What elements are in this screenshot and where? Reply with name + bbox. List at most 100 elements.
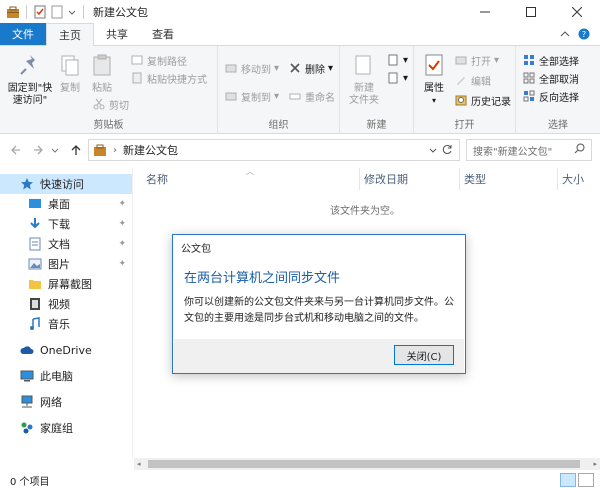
- nav-item-onedrive[interactable]: OneDrive: [0, 340, 132, 360]
- chevron-down-icon: [51, 148, 59, 153]
- homegroup-icon: [20, 421, 34, 435]
- video-icon: [28, 297, 42, 311]
- scroll-right-icon[interactable]: ▸: [593, 460, 597, 468]
- dropdown-arrow-icon: ▾: [403, 72, 409, 84]
- select-none-icon: [522, 71, 536, 85]
- breadcrumb-current[interactable]: 新建公文包: [123, 142, 178, 158]
- column-header-type[interactable]: 类型: [460, 168, 558, 190]
- tab-file[interactable]: 文件: [0, 23, 46, 45]
- new-folder-quick-icon[interactable]: [50, 5, 64, 19]
- download-icon: [28, 217, 42, 231]
- folder-icon: [28, 277, 42, 291]
- nav-item-quick-access[interactable]: 快速访问: [0, 174, 132, 194]
- desktop-icon: [28, 197, 42, 211]
- briefcase-icon: [93, 143, 107, 157]
- tab-home[interactable]: 主页: [46, 23, 94, 46]
- forward-button[interactable]: [30, 142, 46, 158]
- dialog-footer: 关闭(C): [174, 339, 464, 373]
- chevron-up-icon[interactable]: [560, 29, 570, 39]
- tab-share[interactable]: 共享: [94, 23, 140, 45]
- briefcase-dialog: 公文包 在两台计算机之间同步文件 你可以创建新的公文包文件夹来与另一台计算机同步…: [172, 234, 466, 374]
- nav-item-this-pc[interactable]: 此电脑: [0, 366, 132, 386]
- select-none-button[interactable]: 全部取消: [522, 70, 579, 86]
- open-button[interactable]: 打开 ▾: [454, 52, 499, 68]
- invert-selection-icon: [522, 89, 536, 103]
- star-icon: [20, 177, 34, 191]
- address-dropdown-icon[interactable]: [429, 144, 437, 157]
- search-input[interactable]: 搜索"新建公文包": [466, 139, 592, 161]
- back-button[interactable]: [8, 142, 24, 158]
- easy-access-button[interactable]: ▾: [386, 70, 408, 86]
- edit-button[interactable]: 编辑: [454, 72, 491, 88]
- tab-view[interactable]: 查看: [140, 23, 186, 45]
- title-bar: 新建公文包: [0, 0, 600, 24]
- minimize-button[interactable]: [462, 0, 508, 24]
- recent-locations-button[interactable]: [50, 142, 60, 158]
- rename-icon: [288, 89, 302, 103]
- open-icon: [454, 53, 468, 67]
- column-header-name[interactable]: 名称 ︿: [142, 167, 360, 190]
- ribbon-tabs: 文件 主页 共享 查看 ?: [0, 23, 600, 46]
- network-icon: [20, 395, 34, 409]
- open-group-label: 打开: [454, 120, 475, 131]
- rename-button[interactable]: 重命名: [288, 88, 335, 104]
- select-all-icon: [522, 53, 536, 67]
- close-dialog-button[interactable]: 关闭(C): [394, 345, 454, 365]
- scroll-left-icon[interactable]: ◂: [137, 460, 141, 468]
- refresh-icon[interactable]: [441, 143, 453, 158]
- address-input[interactable]: › 新建公文包: [88, 139, 460, 161]
- document-icon: [28, 237, 42, 251]
- invert-selection-button[interactable]: 反向选择: [522, 88, 579, 104]
- help-icon[interactable]: ?: [578, 28, 590, 40]
- scrollbar-thumb[interactable]: [148, 460, 580, 468]
- copy-to-button[interactable]: 复制到 ▾: [224, 88, 279, 104]
- open-group: 属性 ▾ 打开 ▾ 编辑 历史记录 打开: [414, 46, 516, 134]
- search-icon: [574, 143, 585, 157]
- move-to-button[interactable]: 移动到 ▾: [224, 60, 279, 76]
- breadcrumb-separator-icon: ›: [113, 144, 117, 156]
- nav-item-downloads[interactable]: 下载 ✦: [0, 214, 132, 234]
- nav-item-desktop[interactable]: 桌面 ✦: [0, 194, 132, 214]
- horizontal-scrollbar[interactable]: ◂ ▸: [134, 458, 600, 470]
- up-button[interactable]: [68, 142, 84, 158]
- column-header-size[interactable]: 大小: [558, 168, 600, 190]
- pane-splitter[interactable]: [132, 168, 133, 458]
- move-to-icon: [224, 61, 238, 75]
- copy-path-icon: [130, 53, 144, 67]
- large-icons-view-icon[interactable]: [578, 473, 594, 487]
- pin-icon: ✦: [118, 259, 126, 269]
- pin-to-quick-access-button[interactable]: 固定到"快 速访问": [4, 50, 56, 107]
- dropdown-arrow-icon: ▾: [403, 54, 409, 66]
- paste-shortcut-button[interactable]: 粘贴快捷方式: [130, 70, 207, 86]
- copy-button[interactable]: 复制: [56, 50, 84, 95]
- delete-button[interactable]: 删除 ▾: [288, 60, 333, 76]
- new-item-button[interactable]: ▾: [386, 52, 408, 68]
- customize-quick-access-icon[interactable]: [67, 5, 77, 19]
- history-button[interactable]: 历史记录: [454, 92, 511, 108]
- forward-arrow-icon: [34, 145, 43, 155]
- scissors-icon: [92, 97, 106, 111]
- properties-quick-icon[interactable]: [33, 5, 47, 19]
- cut-button[interactable]: 剪切: [92, 96, 129, 112]
- maximize-button[interactable]: [508, 0, 554, 24]
- nav-item-pictures[interactable]: 图片 ✦: [0, 254, 132, 274]
- pin-icon: ✦: [118, 239, 126, 249]
- select-all-button[interactable]: 全部选择: [522, 52, 579, 68]
- close-button[interactable]: [554, 0, 600, 24]
- nav-item-videos[interactable]: 视频: [0, 294, 132, 314]
- nav-item-homegroup[interactable]: 家庭组: [0, 418, 132, 438]
- window-title: 新建公文包: [93, 6, 148, 19]
- nav-item-network[interactable]: 网络: [0, 392, 132, 412]
- paste-shortcut-icon: [130, 71, 144, 85]
- nav-item-music[interactable]: 音乐: [0, 314, 132, 334]
- picture-icon: [28, 257, 42, 271]
- paste-button[interactable]: 粘贴: [88, 50, 116, 95]
- column-header-date[interactable]: 修改日期: [360, 168, 460, 190]
- copy-path-button[interactable]: 复制路径: [130, 52, 187, 68]
- new-folder-button[interactable]: 新建 文件夹: [346, 50, 382, 107]
- properties-button[interactable]: 属性 ▾: [418, 50, 450, 107]
- details-view-icon[interactable]: [560, 473, 576, 487]
- nav-item-documents[interactable]: 文档 ✦: [0, 234, 132, 254]
- status-bar: 0 个项目: [0, 470, 600, 490]
- nav-item-screenshots[interactable]: 屏幕截图: [0, 274, 132, 294]
